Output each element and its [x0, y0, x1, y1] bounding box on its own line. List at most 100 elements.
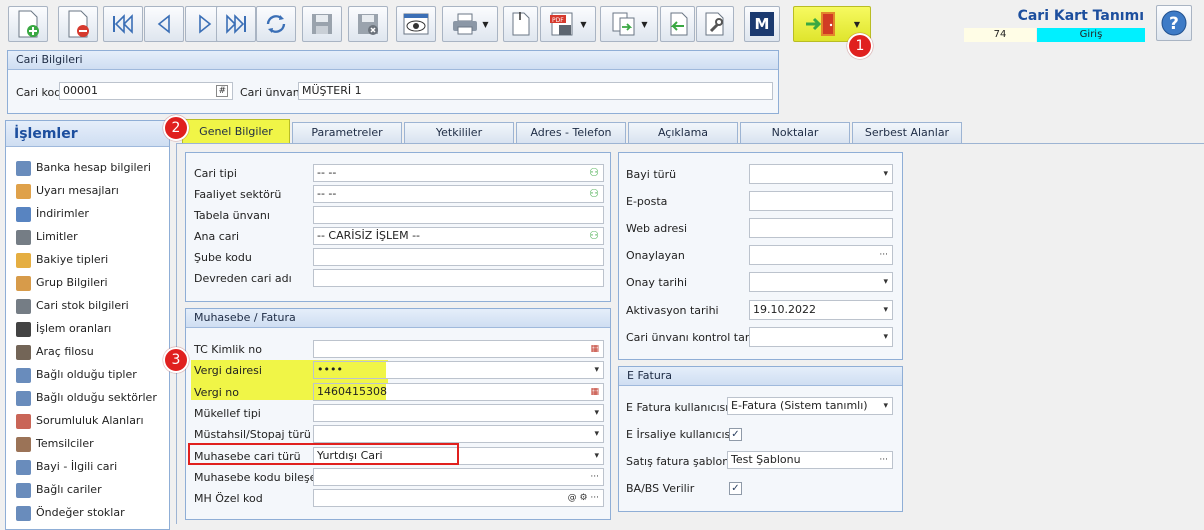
- chevron-down-icon[interactable]: ▾: [883, 301, 888, 319]
- cari-kod-lookup-button[interactable]: #: [216, 85, 228, 97]
- new-document-button[interactable]: [8, 6, 48, 42]
- sidebar-item[interactable]: Bağlı olduğu sektörler: [16, 388, 157, 408]
- print-icon: [453, 13, 478, 35]
- save-button[interactable]: [302, 6, 342, 42]
- tab-yetkililer[interactable]: Yetkililer: [404, 122, 514, 143]
- sidebar-item[interactable]: İndirimler: [16, 204, 89, 224]
- sidebar-item[interactable]: Banka hesap bilgileri: [16, 158, 151, 178]
- general-field-input[interactable]: [313, 206, 604, 224]
- chevron-down-icon[interactable]: ▾: [594, 362, 599, 378]
- right-field-input[interactable]: ▾: [749, 164, 893, 184]
- general-field-input[interactable]: -- CARİSİZ İŞLEM -- ⚇: [313, 227, 604, 245]
- sidebar-item[interactable]: Uyarı mesajları: [16, 181, 119, 201]
- right-field-input[interactable]: ···: [749, 245, 893, 266]
- general-field-input[interactable]: [313, 248, 604, 266]
- cari-kod-input[interactable]: 00001 #: [59, 82, 233, 100]
- eirsaliye-label: E İrsaliye kullanıcısı: [626, 428, 734, 441]
- right-field-label: Bayi türü: [626, 168, 677, 181]
- people-lookup-icon[interactable]: ⚇: [589, 165, 599, 181]
- sidebar-item[interactable]: Temsilciler: [16, 434, 94, 454]
- sidebar-item[interactable]: Bakiye tipleri: [16, 250, 108, 270]
- general-field-input[interactable]: -- -- ⚇: [313, 164, 604, 182]
- sidebar-item-label: Banka hesap bilgileri: [36, 161, 151, 174]
- people-lookup-icon[interactable]: ⚇: [589, 186, 599, 202]
- tab-aciklama[interactable]: Açıklama: [628, 122, 738, 143]
- muhasebe-field-input[interactable]: •••• ▾: [313, 361, 604, 380]
- sidebar-item[interactable]: Araç filosu: [16, 342, 94, 362]
- refresh-button[interactable]: [256, 6, 296, 42]
- right-field-label: Onay tarihi: [626, 276, 688, 290]
- sidebar-item[interactable]: Bağlı olduğu tipler: [16, 365, 137, 385]
- sidebar-item[interactable]: İşlem oranları: [16, 319, 111, 339]
- chevron-down-icon[interactable]: ▾: [883, 273, 888, 291]
- mh-tools-icon[interactable]: @ ⚙ ···: [568, 490, 599, 506]
- first-record-button[interactable]: [103, 6, 143, 42]
- last-record-button[interactable]: [216, 6, 256, 42]
- blank-page-button[interactable]: [503, 6, 538, 42]
- chevron-down-icon[interactable]: ▾: [594, 448, 599, 464]
- muhasebe-field-value: ••••: [317, 363, 343, 377]
- tab-parametreler[interactable]: Parametreler: [292, 122, 402, 143]
- right-field-input[interactable]: ▾: [749, 272, 893, 293]
- cari-unvan-input[interactable]: MÜŞTERİ 1: [298, 82, 773, 100]
- ellipsis-icon[interactable]: ···: [879, 246, 888, 264]
- sidebar-item-label: Araç filosu: [36, 345, 94, 358]
- right-field-input[interactable]: [749, 218, 893, 239]
- tools-button[interactable]: [696, 6, 734, 42]
- sidebar-item[interactable]: Bayi - İlgili cari: [16, 457, 117, 477]
- chevron-down-icon: ▾: [883, 401, 888, 411]
- muhasebe-field-input[interactable]: ▾: [313, 403, 604, 422]
- next-record-icon: [199, 14, 212, 34]
- tab-noktalar[interactable]: Noktalar: [740, 122, 850, 143]
- cancel-save-button[interactable]: [348, 6, 388, 42]
- sidebar-item[interactable]: Limitler: [16, 227, 78, 247]
- right-field-input[interactable]: ▾: [749, 326, 893, 347]
- muhasebe-field-input[interactable]: ▦: [313, 340, 604, 358]
- page-title: Cari Kart Tanımı: [1017, 8, 1144, 24]
- chevron-down-icon[interactable]: ▾: [883, 165, 888, 183]
- efatura-kullanici-label: E Fatura kullanıcısı: [626, 401, 729, 414]
- tab-adres-telefon[interactable]: Adres - Telefon: [516, 122, 626, 143]
- copy-button[interactable]: ▼: [600, 6, 658, 42]
- previous-record-button[interactable]: [144, 6, 184, 42]
- m-button[interactable]: M: [744, 6, 780, 42]
- calendar-icon[interactable]: ▦: [590, 341, 599, 357]
- sidebar-item[interactable]: Bağlı cariler: [16, 480, 102, 500]
- general-field-input[interactable]: -- -- ⚇: [313, 185, 604, 203]
- muhasebe-field-input[interactable]: ···: [313, 467, 604, 486]
- chevron-down-icon[interactable]: ▾: [594, 426, 599, 442]
- delete-button[interactable]: [58, 6, 98, 42]
- calendar-icon[interactable]: ▦: [590, 384, 599, 400]
- preview-button[interactable]: [396, 6, 436, 42]
- ellipsis-icon[interactable]: ···: [590, 469, 599, 485]
- tab-serbest-alanlar[interactable]: Serbest Alanlar: [852, 122, 962, 143]
- general-field-input[interactable]: [313, 269, 604, 287]
- efatura-kullanici-select[interactable]: E-Fatura (Sistem tanımlı) ▾: [727, 397, 893, 415]
- sidebar-item[interactable]: Sorumluluk Alanları: [16, 411, 144, 431]
- tab-genel-bilgiler[interactable]: Genel Bilgiler: [182, 119, 290, 143]
- babs-checkbox[interactable]: ✓: [729, 482, 742, 495]
- sidebar-item[interactable]: Cari stok bilgileri: [16, 296, 129, 316]
- sidebar-item-label: Limitler: [36, 230, 78, 243]
- new-document-icon: [18, 10, 39, 38]
- help-button[interactable]: ?: [1156, 5, 1192, 41]
- muhasebe-field-input[interactable]: @ ⚙ ···: [313, 489, 604, 508]
- muhasebe-field-input[interactable]: ▾: [313, 425, 604, 444]
- back-button[interactable]: [660, 6, 695, 42]
- sidebar-item[interactable]: Grup Bilgileri: [16, 273, 108, 293]
- chevron-down-icon[interactable]: ▾: [594, 405, 599, 421]
- sidebar-item[interactable]: Öndeğer stoklar: [16, 503, 125, 523]
- eirsaliye-checkbox[interactable]: ✓: [729, 428, 742, 441]
- right-field-input[interactable]: 19.10.2022 ▾: [749, 299, 893, 320]
- satis-sablon-input[interactable]: Test Şablonu ···: [727, 451, 893, 469]
- right-field-input[interactable]: [749, 191, 893, 212]
- print-button[interactable]: ▼: [442, 6, 498, 42]
- muhasebe-field-input[interactable]: 1460415308 ▦: [313, 382, 604, 401]
- chevron-down-icon[interactable]: ▾: [883, 328, 888, 346]
- muhasebe-field-label: Mükellef tipi: [194, 406, 261, 420]
- sidebar-item-label: Sorumluluk Alanları: [36, 414, 144, 427]
- people-lookup-icon[interactable]: ⚇: [589, 228, 599, 244]
- pdf-export-button[interactable]: PDF ▼: [540, 6, 596, 42]
- efatura-title: E Fatura: [619, 367, 902, 386]
- right-field-label: Cari ünvanı kontrol tarihi: [626, 330, 763, 344]
